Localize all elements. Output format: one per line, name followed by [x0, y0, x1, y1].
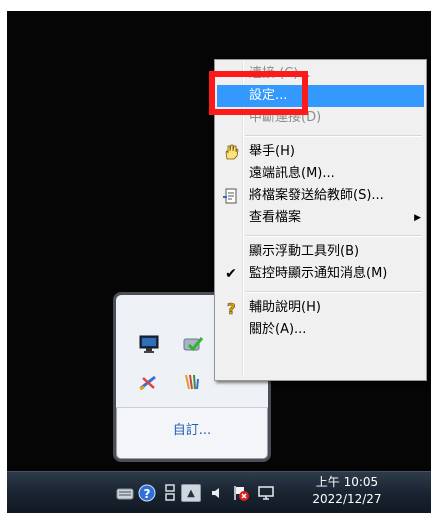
- submenu-arrow-icon: ▶: [414, 213, 421, 223]
- menu-separator: [245, 291, 422, 293]
- speaker-icon[interactable]: [208, 484, 226, 502]
- menu-item-label: 遠端訊息(M)...: [249, 166, 335, 181]
- menu-separator: [245, 235, 422, 237]
- menu-item-remote-message[interactable]: 遠端訊息(M)...: [217, 163, 424, 185]
- menu-item-label: 查看檔案: [249, 210, 302, 225]
- help-icon: ?: [222, 299, 240, 317]
- pen-tool-icon[interactable]: [138, 371, 160, 393]
- svg-text:?: ?: [227, 300, 236, 316]
- document-send-icon: [222, 187, 240, 205]
- show-hidden-icons-button[interactable]: ▲: [181, 484, 201, 502]
- system-clock[interactable]: 上午 10:05 2022/12/27: [307, 474, 387, 512]
- checkmark-icon: ✔: [225, 266, 237, 282]
- menu-item-monitor-notify[interactable]: ✔ 監控時顯示通知消息(M): [217, 263, 424, 285]
- tray-divider: [116, 407, 268, 408]
- menu-item-send-file[interactable]: 將檔案發送給教師(S)...: [217, 185, 424, 207]
- menu-item-label: 監控時顯示通知消息(M): [249, 266, 388, 281]
- menu-item-label: 顯示浮動工具列(B): [249, 244, 360, 259]
- network-icon[interactable]: [161, 484, 179, 502]
- flag-icon[interactable]: [232, 484, 250, 502]
- svg-text:?: ?: [144, 487, 151, 501]
- taskbar: ? ▲ 上午 10:05 2022/12/27: [7, 471, 431, 513]
- menu-item-show-toolbar[interactable]: 顯示浮動工具列(B): [217, 241, 424, 263]
- menu-item-about[interactable]: 關於(A)...: [217, 319, 424, 341]
- menu-item-label: 將檔案發送給教師(S)...: [249, 188, 384, 203]
- menu-item-raise-hand[interactable]: 舉手(H): [217, 141, 424, 163]
- menu-item-help[interactable]: ? 輔助說明(H): [217, 297, 424, 319]
- hand-icon: [222, 143, 240, 161]
- monitor-icon[interactable]: [138, 333, 160, 355]
- menu-item-view-files[interactable]: 查看檔案 ▶: [217, 207, 424, 229]
- signal-icon[interactable]: [182, 371, 204, 393]
- keyboard-icon[interactable]: [116, 484, 134, 502]
- help-circle-icon[interactable]: ?: [138, 484, 156, 502]
- menu-item-label: 舉手(H): [249, 144, 295, 159]
- menu-separator: [245, 135, 422, 137]
- customize-link[interactable]: 自訂...: [116, 419, 268, 438]
- display-icon[interactable]: [257, 484, 275, 502]
- annotation-highlight-box: [209, 71, 308, 115]
- menu-item-label: 輔助說明(H): [249, 300, 321, 315]
- menu-item-label: 關於(A)...: [249, 322, 307, 337]
- clock-date: 2022/12/27: [312, 492, 382, 506]
- clock-time: 上午 10:05: [315, 475, 379, 489]
- checkmark-app-icon[interactable]: [182, 333, 204, 355]
